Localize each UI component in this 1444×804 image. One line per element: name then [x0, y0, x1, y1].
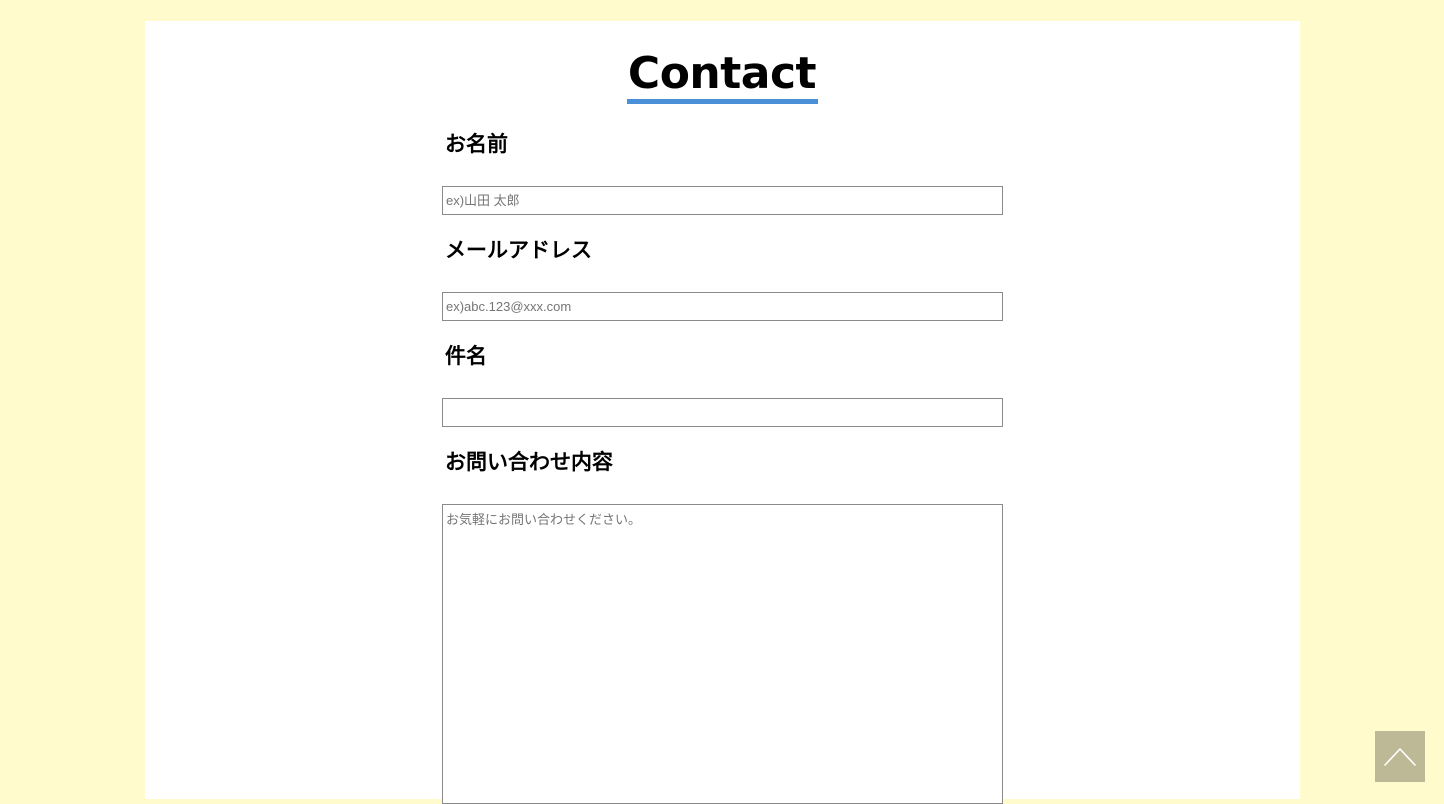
subject-input[interactable]	[442, 398, 1003, 427]
page-title: Contact	[626, 49, 819, 104]
content-panel: Contact お名前 メールアドレス 件名 お問い合わせ内容	[145, 21, 1300, 804]
title-wrap: Contact	[145, 49, 1300, 104]
name-input[interactable]	[442, 186, 1003, 215]
message-label: お問い合わせ内容	[445, 450, 613, 474]
email-label: メールアドレス	[445, 238, 592, 262]
email-input[interactable]	[442, 292, 1003, 321]
scroll-to-top-button[interactable]	[1375, 731, 1425, 782]
name-label: お名前	[445, 132, 508, 156]
chevron-up-icon	[1384, 748, 1416, 766]
subject-label: 件名	[445, 344, 487, 368]
message-textarea[interactable]	[442, 504, 1003, 804]
